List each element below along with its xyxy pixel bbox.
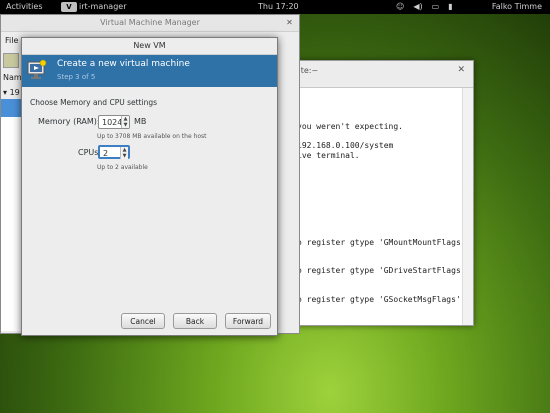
cpus-hint: Up to 2 available (97, 164, 148, 171)
memory-value: 1024 (102, 118, 123, 127)
vmm-titlebar[interactable]: Virtual Machine Manager ✕ (1, 15, 299, 32)
memory-label: Memory (RAM): (38, 117, 100, 126)
spin-arrows-icon[interactable]: ▲ ▼ (121, 116, 129, 128)
battery-icon[interactable]: ▮ (448, 0, 452, 14)
vmm-title: Virtual Machine Manager (100, 18, 200, 27)
header-step: Step 3 of 5 (57, 73, 96, 81)
new-vm-toolbar-icon[interactable] (3, 53, 19, 68)
back-button[interactable]: Back (173, 313, 217, 329)
app-menu[interactable]: V irt-manager (61, 0, 127, 14)
host-row-label: 19 (9, 88, 20, 97)
terminal-line: o register gtype 'GSocketMsgFlags' (297, 295, 461, 304)
top-panel: Activities V irt-manager Thu 17:20 ☺ ◀) … (0, 0, 550, 14)
terminal-line: 192.168.0.100/system (297, 141, 394, 150)
system-tray: ☺ ◀) ▭ ▮ (396, 0, 453, 14)
selected-vm-row[interactable] (1, 99, 23, 117)
header-title: Create a new virtual machine (57, 59, 190, 69)
volume-icon[interactable]: ◀) (413, 0, 422, 14)
dialog-title: New VM (133, 41, 166, 50)
cpus-spinbox[interactable]: 2 ▲ ▼ (98, 145, 130, 159)
terminal-line: you weren't expecting. (297, 122, 403, 131)
terminal-line: o register gtype 'GDriveStartFlags' (297, 266, 461, 275)
vm-list[interactable] (1, 117, 23, 331)
terminal-line: o register gtype 'GMountMountFlags' (297, 238, 461, 247)
new-vm-dialog: New VM Create a new virtual machine Step… (21, 37, 278, 336)
dialog-header-banner: Create a new virtual machine Step 3 of 5 (22, 55, 277, 87)
app-menu-label: irt-manager (79, 2, 127, 11)
memory-unit: MB (134, 117, 147, 126)
cancel-button[interactable]: Cancel (121, 313, 165, 329)
virt-manager-logo-icon: V (61, 2, 77, 12)
new-vm-monitor-icon (27, 59, 47, 79)
section-heading: Choose Memory and CPU settings (30, 98, 157, 107)
clock[interactable]: Thu 17:20 (258, 0, 299, 14)
accessibility-icon[interactable]: ☺ (396, 0, 404, 14)
memory-spinbox[interactable]: 1024 ▲ ▼ (98, 115, 130, 129)
cpus-value: 2 (103, 149, 109, 158)
activities-button[interactable]: Activities (6, 0, 43, 14)
forward-button[interactable]: Forward (225, 313, 271, 329)
network-icon[interactable]: ▭ (432, 0, 440, 14)
menu-file[interactable]: File (5, 36, 18, 45)
spin-arrows-icon[interactable]: ▲ ▼ (120, 147, 128, 159)
terminal-line: ive terminal. (297, 151, 360, 160)
close-icon[interactable]: ✕ (457, 65, 465, 75)
memory-hint: Up to 3708 MB available on the host (97, 133, 207, 140)
terminal-scrollbar[interactable] (462, 88, 473, 325)
dialog-titlebar[interactable]: New VM (22, 38, 277, 55)
user-menu[interactable]: Falko Timme (492, 0, 542, 14)
close-icon[interactable]: ✕ (285, 18, 294, 27)
host-row[interactable]: ▾ 19 (3, 88, 20, 97)
